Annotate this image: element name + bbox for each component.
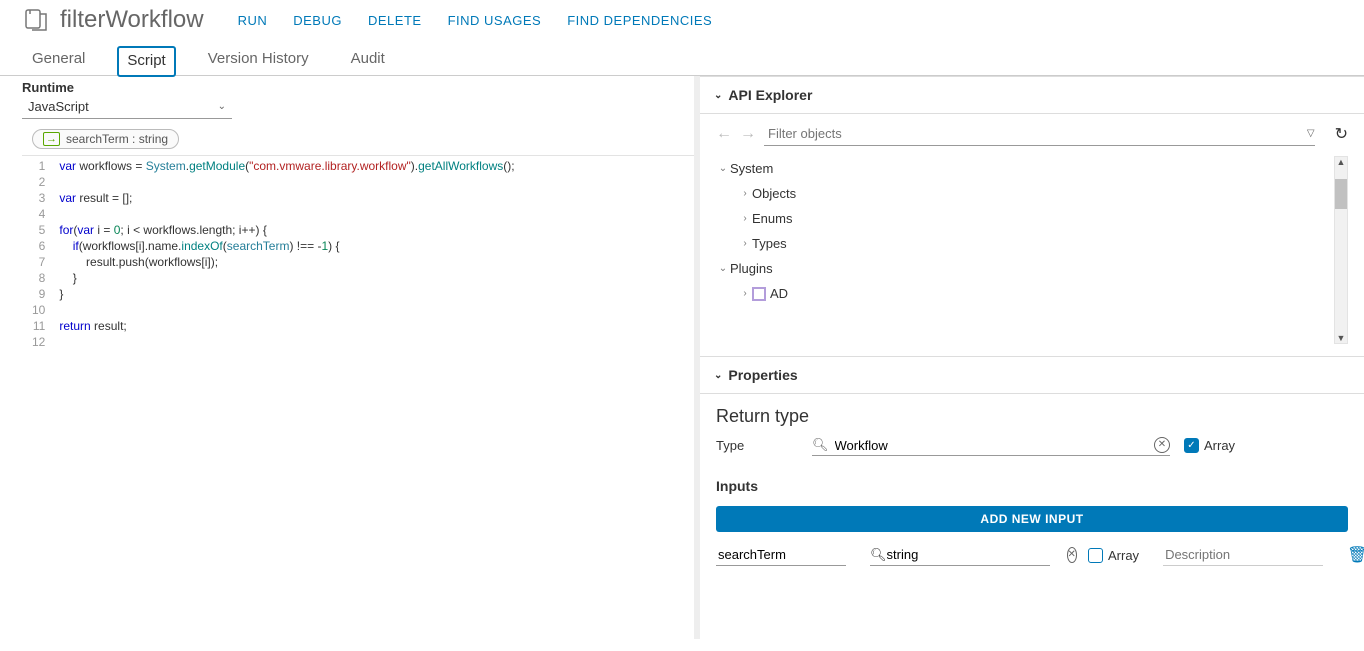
chevron-right-icon: ›	[738, 238, 752, 249]
scroll-thumb[interactable]	[1335, 179, 1347, 209]
find-usages-button[interactable]: FIND USAGES	[448, 13, 542, 28]
chevron-right-icon: ›	[738, 213, 752, 224]
return-type-input-wrap: 🔍︎ ✕	[812, 435, 1170, 456]
find-dependencies-button[interactable]: FIND DEPENDENCIES	[567, 13, 712, 28]
tree-node-system[interactable]: ⌄System	[716, 156, 952, 181]
input-name-field[interactable]	[716, 544, 846, 566]
scroll-up-icon[interactable]: ▲	[1337, 157, 1346, 167]
input-array-checkbox[interactable]	[1088, 548, 1103, 563]
tab-script[interactable]: Script	[117, 46, 175, 77]
code-editor[interactable]: 123456789101112 var workflows = System.g…	[22, 155, 694, 639]
api-explorer-header[interactable]: ⌄ API Explorer	[700, 76, 1364, 114]
param-pill-searchterm[interactable]: → searchTerm : string	[32, 129, 179, 149]
clear-icon[interactable]: ✕	[1154, 437, 1170, 453]
param-type: string	[139, 132, 168, 146]
nav-back-icon[interactable]: ←	[716, 125, 732, 143]
return-type-heading: Return type	[700, 394, 1364, 431]
runtime-value: JavaScript	[28, 99, 89, 114]
nav-forward-icon[interactable]: →	[740, 125, 756, 143]
tree-node-plugins[interactable]: ⌄Plugins	[716, 256, 952, 281]
delete-button[interactable]: DELETE	[368, 13, 422, 28]
chevron-right-icon: ›	[738, 288, 752, 299]
run-button[interactable]: RUN	[238, 13, 268, 28]
runtime-label: Runtime	[22, 80, 694, 95]
trash-icon[interactable]: 🗑	[1347, 545, 1364, 565]
chevron-down-icon: ⌄	[716, 263, 730, 274]
debug-button[interactable]: DEBUG	[293, 13, 342, 28]
chevron-down-icon: ⌄	[716, 163, 730, 174]
api-filter-input[interactable]	[764, 124, 1303, 143]
inputs-heading: Inputs	[700, 460, 1364, 498]
runtime-select[interactable]: JavaScript ⌄	[22, 95, 232, 119]
line-gutter: 123456789101112	[22, 156, 53, 639]
param-name: searchTerm	[66, 132, 129, 146]
tree-node-enums[interactable]: ›Enums	[716, 206, 952, 231]
input-type-wrap: 🔍︎ ✕	[870, 545, 1050, 566]
input-type-field[interactable]	[887, 547, 1063, 562]
type-label: Type	[716, 438, 812, 453]
input-array-label: Array	[1108, 548, 1139, 563]
properties-header[interactable]: ⌄ Properties	[700, 356, 1364, 394]
scroll-down-icon[interactable]: ▼	[1337, 333, 1346, 343]
clear-icon[interactable]: ✕	[1067, 547, 1077, 563]
tree-node-types[interactable]: ›Types	[716, 231, 952, 256]
input-arrow-icon: →	[43, 132, 60, 146]
api-tree: ⌄System ›Objects ›Enums ›Types ⌄Plugins …	[716, 156, 952, 344]
tree-node-objects[interactable]: ›Objects	[716, 181, 952, 206]
search-icon: 🔍︎	[870, 547, 887, 563]
chevron-down-icon: ⌄	[218, 101, 226, 112]
code-body[interactable]: var workflows = System.getModule("com.vm…	[53, 156, 514, 639]
chevron-right-icon: ›	[738, 188, 752, 199]
input-description-field[interactable]	[1163, 544, 1323, 566]
plugin-icon	[752, 287, 766, 301]
tree-node-ad[interactable]: ›AD	[716, 281, 952, 306]
tab-version-history[interactable]: Version History	[198, 44, 319, 75]
add-new-input-button[interactable]: ADD NEW INPUT	[716, 506, 1348, 532]
array-checkbox[interactable]: ✓	[1184, 438, 1199, 453]
chevron-down-icon: ⌄	[714, 370, 722, 381]
tab-audit[interactable]: Audit	[341, 44, 395, 75]
page-title: filterWorkflow	[60, 6, 204, 34]
tree-scrollbar[interactable]: ▲ ▼	[1334, 156, 1348, 344]
refresh-icon[interactable]: ↻	[1335, 124, 1348, 144]
search-icon: 🔍︎	[812, 437, 829, 453]
array-label: Array	[1204, 438, 1235, 453]
action-icon	[22, 6, 50, 34]
filter-dropdown-icon[interactable]: ▽	[1307, 128, 1315, 139]
chevron-down-icon: ⌄	[714, 90, 722, 101]
return-type-input[interactable]	[835, 438, 1150, 453]
tab-general[interactable]: General	[22, 44, 95, 75]
